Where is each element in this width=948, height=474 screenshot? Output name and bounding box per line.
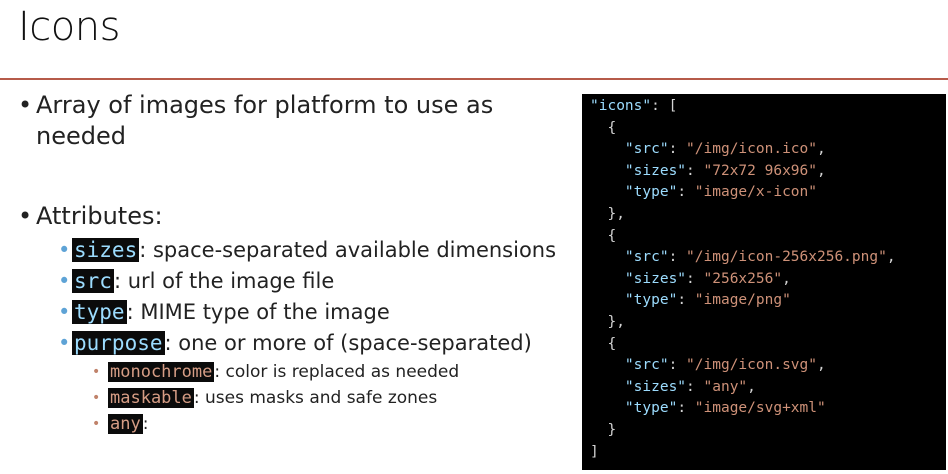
purpose-key: any <box>108 414 143 434</box>
code-punct: : <box>668 141 687 158</box>
slide-title: Icons <box>18 4 120 50</box>
bullet-dot: • <box>18 91 33 119</box>
code-line: ] <box>590 444 599 460</box>
code-line: "icons": [ <box>590 98 677 114</box>
code-line: "sizes": "72x72 96x96", <box>590 163 826 179</box>
code-string: "/img/icon.svg" <box>686 357 817 374</box>
code-punct: : <box>668 249 687 266</box>
bullet-images-text: Array of images for platform to use as <box>36 91 494 119</box>
code-key: "sizes" <box>624 162 687 179</box>
code-line: } <box>590 422 616 438</box>
bullet-attributes-text: Attributes: <box>36 202 163 230</box>
code-line: { <box>590 336 616 352</box>
code-punct: : [ <box>651 98 678 114</box>
code-punct: , <box>782 270 791 287</box>
code-key: "type" <box>624 184 678 201</box>
purpose-key: maskable <box>108 388 194 408</box>
code-key: "icons" <box>590 98 652 114</box>
code-key: "type" <box>624 292 678 309</box>
code-key: "src" <box>624 249 669 266</box>
code-string: "72x72 96x96" <box>703 162 818 179</box>
code-punct: { <box>607 227 617 244</box>
code-punct: , <box>817 162 826 179</box>
attribute-key: type <box>72 300 127 324</box>
code-key: "type" <box>624 400 678 417</box>
code-line: "type": "image/x-icon" <box>590 184 817 200</box>
code-punct: : <box>686 162 704 179</box>
bullet-dot: • <box>58 300 71 324</box>
purpose-key: monochrome <box>108 362 215 382</box>
bullet-dot: • <box>58 269 71 293</box>
code-punct: }, <box>607 314 625 330</box>
code-string: "image/x-icon" <box>694 184 817 201</box>
bullet-dot: • <box>92 364 101 380</box>
code-key: "src" <box>624 357 669 374</box>
attribute-key: purpose <box>72 331 165 355</box>
code-key: "src" <box>624 141 669 158</box>
bullet-dot: • <box>92 390 101 406</box>
purpose-desc: : color is replaced as needed <box>214 362 460 382</box>
code-punct: , <box>817 141 826 158</box>
bullet-images-text-cont: needed <box>36 122 126 150</box>
code-key: "sizes" <box>624 270 687 287</box>
code-line: "type": "image/png" <box>590 292 791 308</box>
code-punct: , <box>817 357 826 374</box>
code-line: }, <box>590 314 625 330</box>
code-punct: : <box>677 292 695 309</box>
code-line: "src": "/img/icon-256x256.png", <box>590 249 896 265</box>
bullet-dot: • <box>92 416 101 432</box>
code-punct: , <box>747 378 756 395</box>
code-punct: } <box>607 422 617 438</box>
code-punct: { <box>607 119 617 136</box>
attribute-key: sizes <box>72 238 140 262</box>
bullet-dot: • <box>58 238 71 262</box>
code-line: }, <box>590 206 625 222</box>
code-string: "image/svg+xml" <box>694 400 826 417</box>
attribute-desc: : space-separated available dimensions <box>139 238 557 262</box>
code-punct: : <box>686 378 704 395</box>
code-punct: }, <box>607 206 625 222</box>
code-line: "type": "image/svg+xml" <box>590 400 826 416</box>
attribute-desc: : url of the image file <box>113 269 335 293</box>
code-string: "/img/icon.ico" <box>686 141 817 158</box>
bullet-dot: • <box>58 331 71 355</box>
attribute-desc: : one or more of (space-separated) <box>164 331 532 355</box>
code-line: "src": "/img/icon.ico", <box>590 141 826 157</box>
code-punct: : <box>686 270 704 287</box>
code-punct: : <box>668 357 687 374</box>
code-line: "sizes": "any", <box>590 379 756 395</box>
code-key: "sizes" <box>624 378 687 395</box>
code-block: "icons": [ { "src": "/img/icon.ico", "si… <box>582 94 946 470</box>
code-punct: : <box>677 400 695 417</box>
code-punct: { <box>607 335 617 352</box>
attribute-key: src <box>72 269 114 293</box>
code-line: "src": "/img/icon.svg", <box>590 357 826 373</box>
code-string: "/img/icon-256x256.png" <box>686 249 887 266</box>
code-string: "image/png" <box>694 292 791 309</box>
code-line: { <box>590 228 616 244</box>
code-line: { <box>590 120 616 136</box>
code-string: "256x256" <box>703 270 783 287</box>
purpose-desc: : <box>142 414 149 434</box>
code-punct: ] <box>590 443 599 460</box>
purpose-desc: : uses masks and safe zones <box>193 388 438 408</box>
code-punct: , <box>886 249 896 266</box>
code-line: "sizes": "256x256", <box>590 271 791 287</box>
bullet-dot: • <box>18 202 33 230</box>
attribute-desc: : MIME type of the image <box>126 300 390 324</box>
code-punct: : <box>677 184 695 201</box>
code-string: "any" <box>703 378 748 395</box>
title-rule <box>0 78 948 80</box>
